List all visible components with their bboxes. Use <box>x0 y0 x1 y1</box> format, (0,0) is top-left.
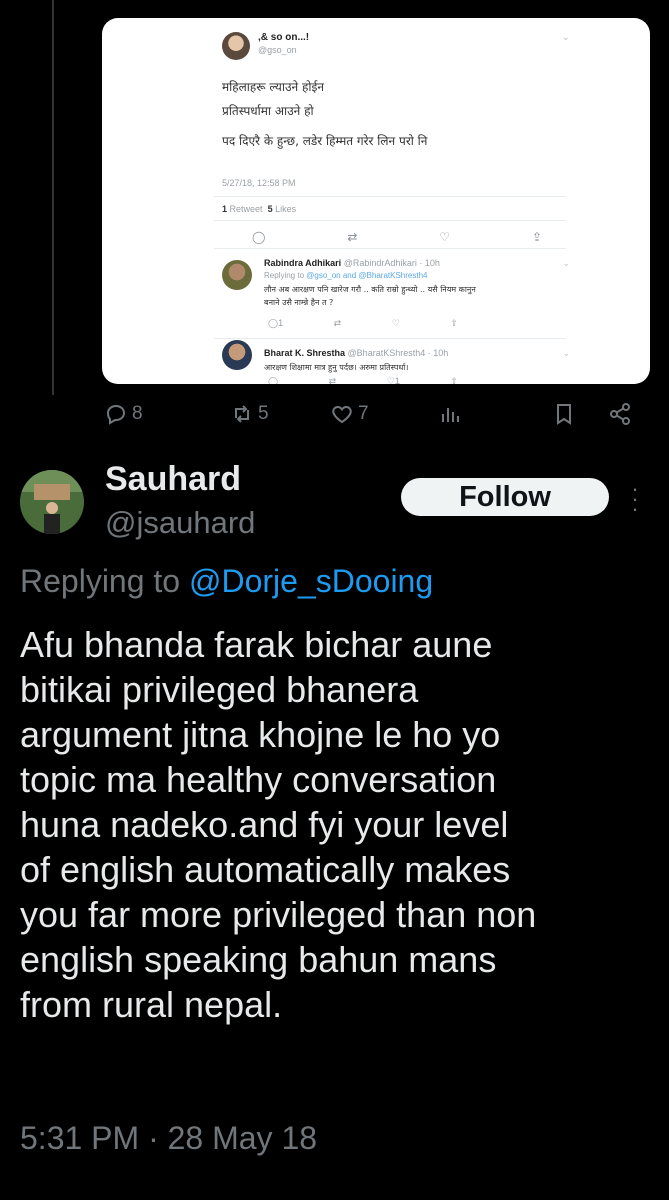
reply-button[interactable]: 8 <box>104 402 143 426</box>
tweet-timestamp[interactable]: 5:31 PM · 28 May 18 <box>20 1120 317 1157</box>
follow-button[interactable]: Follow <box>401 478 609 516</box>
retweet-button[interactable]: 5 <box>230 402 269 426</box>
retweet-count: 5 <box>258 403 269 424</box>
like-button[interactable]: 7 <box>330 402 369 426</box>
more-options-icon[interactable]: · · · <box>630 478 640 520</box>
embedded-actions: ◯ ⇄ ♡ ⇪ <box>252 230 542 244</box>
mention-link[interactable]: @Dorje_sDooing <box>189 563 433 599</box>
thread-connector-line <box>52 0 54 395</box>
retweet-icon <box>235 405 249 423</box>
like-count: 7 <box>358 403 369 424</box>
embedded-avatar <box>222 32 250 60</box>
embedded-screenshot-image[interactable]: ,& so on...! @gso_on ⌄ महिलाहरू ल्याउने … <box>102 18 650 384</box>
tweet-action-bar: 8 5 7 <box>104 402 644 434</box>
share-icon <box>610 403 630 425</box>
embedded-text-line: प्रतिस्पर्धामा आउने हो <box>222 104 314 118</box>
share-icon: ⇪ <box>531 230 542 244</box>
reply-icon: ◯ <box>268 376 279 384</box>
embedded-tweet: ,& so on...! @gso_on ⌄ महिलाहरू ल्याउने … <box>102 18 650 250</box>
avatar-photo <box>20 470 84 534</box>
reply-icon: ◯1 <box>268 318 284 328</box>
retweet-icon: ⇄ <box>333 318 342 328</box>
embedded-author-handle: @gso_on <box>258 45 297 55</box>
bookmark-icon <box>557 404 571 425</box>
chevron-down-icon: ⌄ <box>562 258 570 268</box>
retweet-icon: ⇄ <box>328 376 337 384</box>
replying-to: Replying to @Dorje_sDooing <box>20 563 434 599</box>
embedded-timestamp: 5/27/18, 12:58 PM <box>222 178 296 188</box>
heart-icon: ♡1 <box>386 376 400 384</box>
divider <box>214 248 566 249</box>
share-icon: ⇪ <box>450 318 458 328</box>
share-icon: ⇪ <box>450 376 458 384</box>
divider <box>214 220 566 221</box>
avatar <box>222 340 252 370</box>
views-button[interactable] <box>438 402 462 426</box>
reply-count: 8 <box>132 403 143 424</box>
chevron-down-icon: ⌄ <box>561 32 570 43</box>
analytics-icon <box>442 408 459 422</box>
bookmark-button[interactable] <box>552 402 576 426</box>
reply-icon <box>106 404 126 425</box>
avatar[interactable] <box>20 470 84 534</box>
reply-icon: ◯ <box>252 230 266 244</box>
embedded-text-line: महिलाहरू ल्याउने होईन <box>222 80 325 94</box>
heart-icon: ♡ <box>391 318 400 328</box>
chevron-down-icon: ⌄ <box>562 348 570 358</box>
share-button[interactable] <box>608 402 632 426</box>
embedded-author-name: ,& so on...! <box>258 32 310 43</box>
avatar <box>222 260 252 290</box>
author-name[interactable]: Sauhard <box>105 460 241 499</box>
divider <box>214 196 566 197</box>
divider <box>214 338 566 339</box>
retweet-icon: ⇄ <box>347 230 358 244</box>
heart-icon <box>332 405 352 424</box>
embedded-stats: 1 Retweet 5 Likes <box>222 204 297 214</box>
embedded-text-line: पद दिएरै के हुन्छ, लडेर हिम्मत गरेर लिन … <box>222 134 428 148</box>
heart-icon: ♡ <box>439 230 451 244</box>
author-handle[interactable]: @jsauhard <box>105 505 255 541</box>
tweet-text: Afu bhanda farak bichar aune bitikai pri… <box>20 624 537 1025</box>
